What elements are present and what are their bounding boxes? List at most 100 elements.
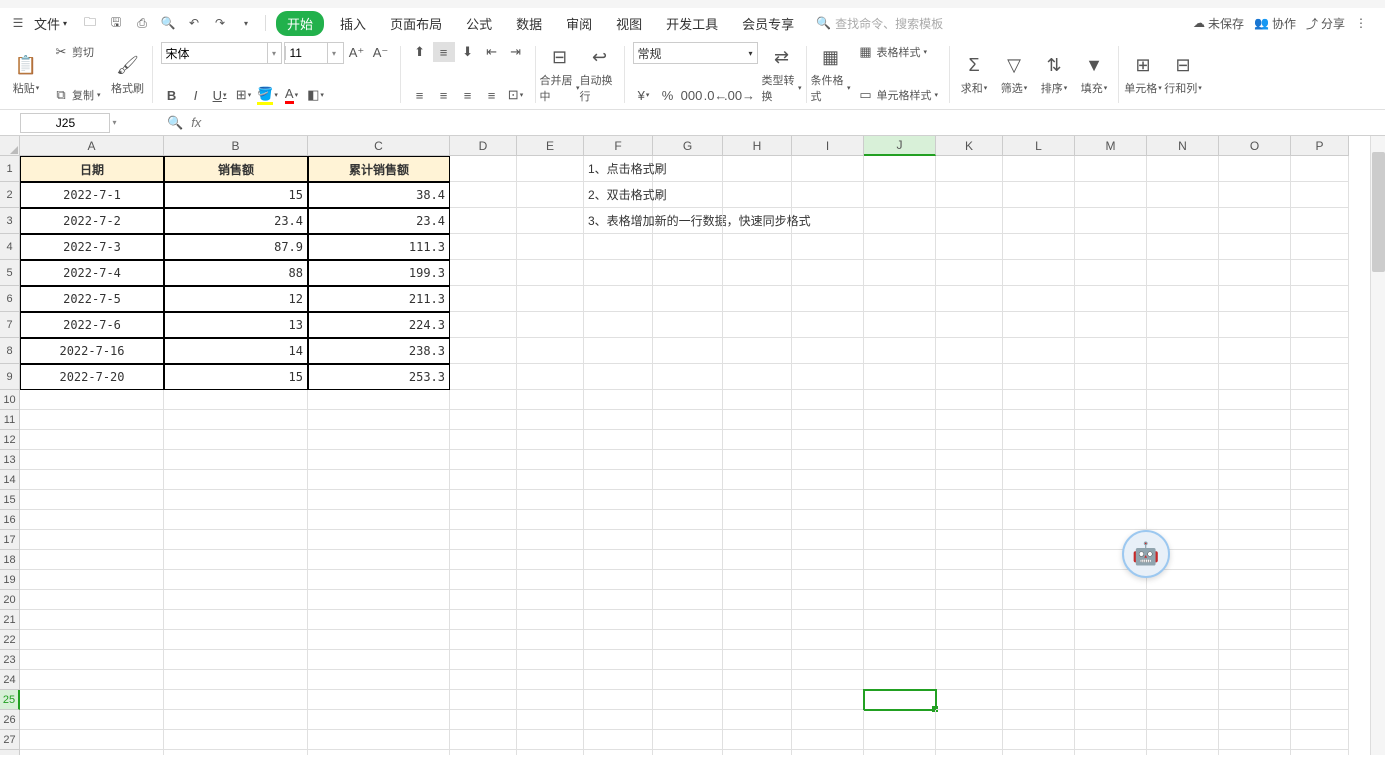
cell-G27[interactable]	[653, 730, 723, 750]
cell-G12[interactable]	[653, 430, 723, 450]
cell-M10[interactable]	[1075, 390, 1147, 410]
font-color-button[interactable]: A▾	[281, 85, 303, 105]
cell-C20[interactable]	[308, 590, 450, 610]
cell-style-button[interactable]: ▭单元格样式▾	[855, 85, 942, 105]
cell-F20[interactable]	[584, 590, 653, 610]
justify-button[interactable]: ≡	[481, 85, 503, 105]
cell-D1[interactable]	[450, 156, 517, 182]
cell-N23[interactable]	[1147, 650, 1219, 670]
cell-K7[interactable]	[936, 312, 1003, 338]
align-right-button[interactable]: ≡	[457, 85, 479, 105]
cell-M15[interactable]	[1075, 490, 1147, 510]
cell-A4[interactable]: 2022-7-3	[20, 234, 164, 260]
cell-K3[interactable]	[936, 208, 1003, 234]
col-header-E[interactable]: E	[517, 136, 584, 156]
cell-M24[interactable]	[1075, 670, 1147, 690]
undo-icon[interactable]: ↶	[183, 12, 205, 34]
cell-J24[interactable]	[864, 670, 936, 690]
print-icon[interactable]: ⎙	[131, 12, 153, 34]
cell-P6[interactable]	[1291, 286, 1349, 312]
cell-F17[interactable]	[584, 530, 653, 550]
cell-P1[interactable]	[1291, 156, 1349, 182]
cell-D5[interactable]	[450, 260, 517, 286]
cell-L27[interactable]	[1003, 730, 1075, 750]
cell-B13[interactable]	[164, 450, 308, 470]
cell-D12[interactable]	[450, 430, 517, 450]
cell-D28[interactable]	[450, 750, 517, 755]
cell-E24[interactable]	[517, 670, 584, 690]
cell-A22[interactable]	[20, 630, 164, 650]
cell-B24[interactable]	[164, 670, 308, 690]
cell-D9[interactable]	[450, 364, 517, 390]
align-bottom-button[interactable]: ⬇	[457, 42, 479, 62]
decrease-decimal-button[interactable]: .00→	[729, 85, 751, 105]
row-header-21[interactable]: 21	[0, 610, 20, 630]
cell-I4[interactable]	[792, 234, 864, 260]
row-header-20[interactable]: 20	[0, 590, 20, 610]
cell-O16[interactable]	[1219, 510, 1291, 530]
comma-button[interactable]: 000	[681, 85, 703, 105]
cell-G17[interactable]	[653, 530, 723, 550]
cell-M2[interactable]	[1075, 182, 1147, 208]
col-header-K[interactable]: K	[936, 136, 1003, 156]
cell-M26[interactable]	[1075, 710, 1147, 730]
cell-A3[interactable]: 2022-7-2	[20, 208, 164, 234]
cell-H5[interactable]	[723, 260, 792, 286]
cell-I9[interactable]	[792, 364, 864, 390]
cell-K12[interactable]	[936, 430, 1003, 450]
cell-L5[interactable]	[1003, 260, 1075, 286]
cell-D24[interactable]	[450, 670, 517, 690]
cell-M27[interactable]	[1075, 730, 1147, 750]
cell-H13[interactable]	[723, 450, 792, 470]
cell-J3[interactable]	[864, 208, 936, 234]
cell-C21[interactable]	[308, 610, 450, 630]
col-header-J[interactable]: J	[864, 136, 936, 156]
cut-button[interactable]: ✂剪切	[50, 42, 104, 62]
cell-L8[interactable]	[1003, 338, 1075, 364]
cell-N1[interactable]	[1147, 156, 1219, 182]
type-convert-button[interactable]: ⇄ 类型转换▾	[762, 40, 802, 109]
underline-button[interactable]: U▾	[209, 85, 231, 105]
cell-G26[interactable]	[653, 710, 723, 730]
cell-I13[interactable]	[792, 450, 864, 470]
cell-I24[interactable]	[792, 670, 864, 690]
cell-B3[interactable]: 23.4	[164, 208, 308, 234]
cell-N12[interactable]	[1147, 430, 1219, 450]
cell-G1[interactable]	[653, 156, 723, 182]
paste-button[interactable]: 📋 粘贴▾	[6, 40, 46, 109]
cell-J15[interactable]	[864, 490, 936, 510]
save-icon[interactable]: 🖫	[105, 12, 127, 34]
tab-view[interactable]: 视图	[608, 10, 650, 37]
cell-K11[interactable]	[936, 410, 1003, 430]
cell-O15[interactable]	[1219, 490, 1291, 510]
cell-A10[interactable]	[20, 390, 164, 410]
row-header-22[interactable]: 22	[0, 630, 20, 650]
cell-N16[interactable]	[1147, 510, 1219, 530]
more-icon[interactable]: ⋮	[1355, 16, 1367, 30]
cell-K28[interactable]	[936, 750, 1003, 755]
cell-O4[interactable]	[1219, 234, 1291, 260]
cell-A17[interactable]	[20, 530, 164, 550]
cell-J13[interactable]	[864, 450, 936, 470]
cell-P9[interactable]	[1291, 364, 1349, 390]
cell-L20[interactable]	[1003, 590, 1075, 610]
cell-E10[interactable]	[517, 390, 584, 410]
cell-P26[interactable]	[1291, 710, 1349, 730]
cell-E22[interactable]	[517, 630, 584, 650]
cell-O9[interactable]	[1219, 364, 1291, 390]
cell-I5[interactable]	[792, 260, 864, 286]
cell-K2[interactable]	[936, 182, 1003, 208]
cell-D14[interactable]	[450, 470, 517, 490]
cell-L9[interactable]	[1003, 364, 1075, 390]
cell-A14[interactable]	[20, 470, 164, 490]
cell-A2[interactable]: 2022-7-1	[20, 182, 164, 208]
cell-F4[interactable]	[584, 234, 653, 260]
cell-E3[interactable]	[517, 208, 584, 234]
cell-N25[interactable]	[1147, 690, 1219, 710]
increase-font-button[interactable]: A⁺	[346, 43, 368, 63]
cell-C9[interactable]: 253.3	[308, 364, 450, 390]
cell-M6[interactable]	[1075, 286, 1147, 312]
cell-E17[interactable]	[517, 530, 584, 550]
cell-D26[interactable]	[450, 710, 517, 730]
zoom-icon[interactable]: 🔍	[167, 115, 183, 131]
